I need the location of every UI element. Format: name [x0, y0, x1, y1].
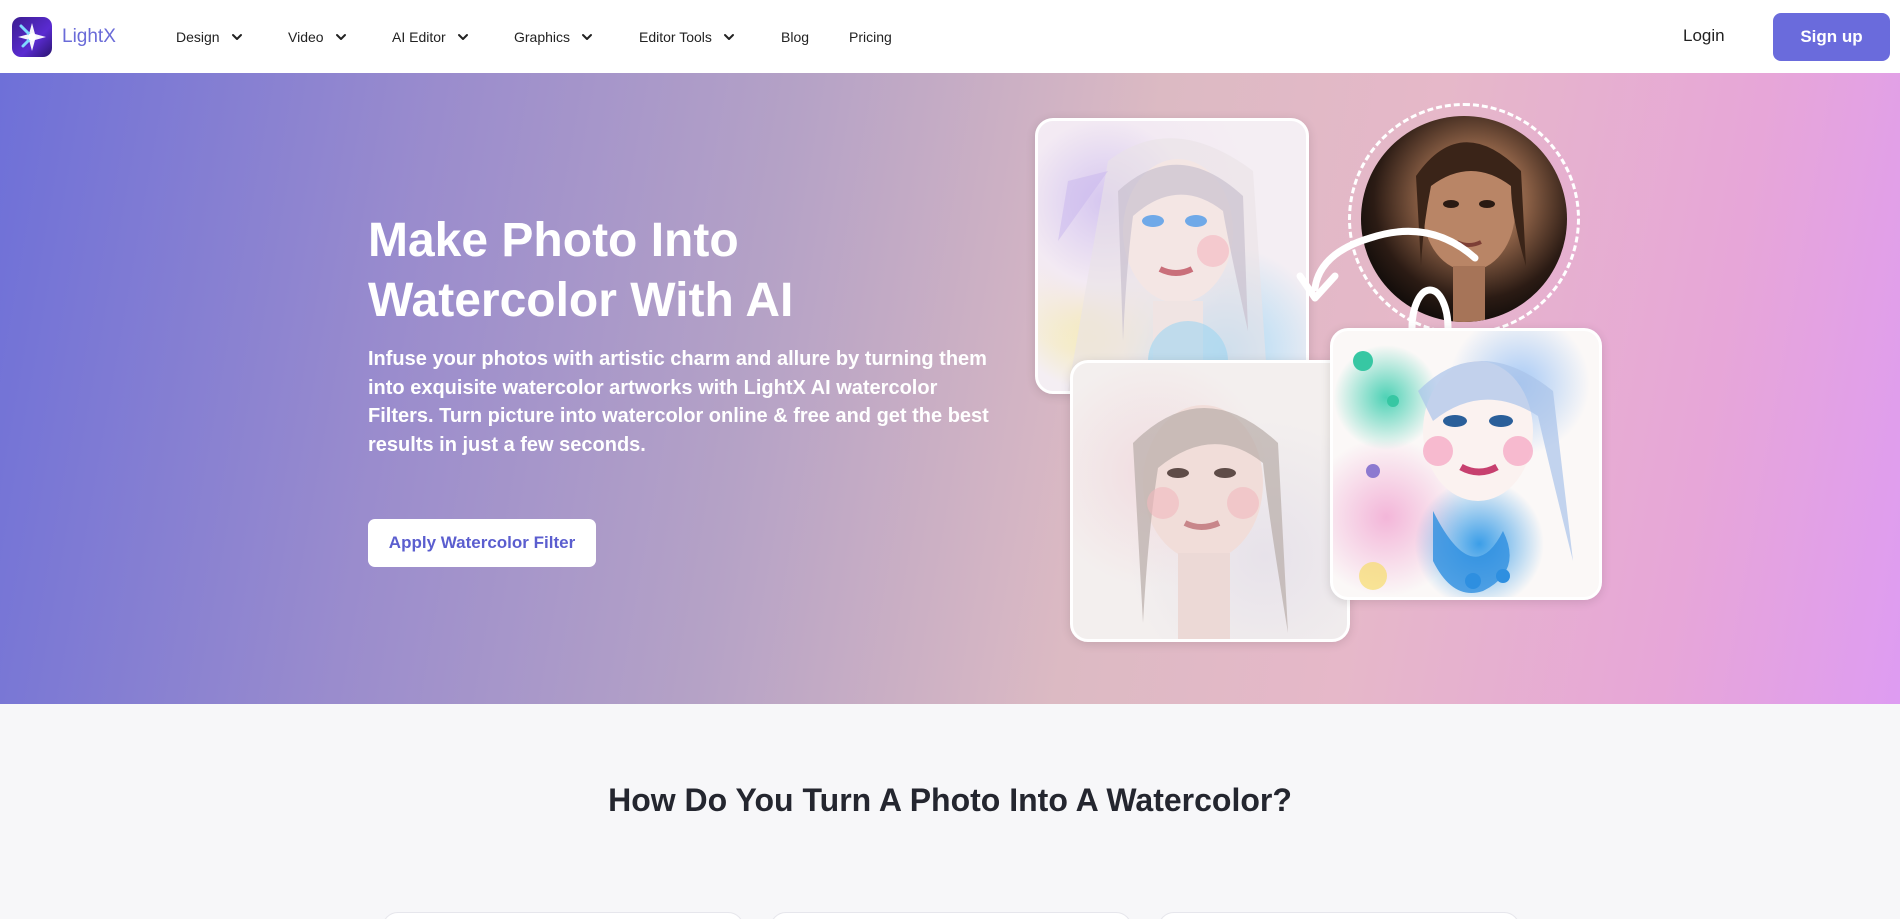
watercolor-sample-2	[1070, 360, 1350, 642]
watercolor-sample-3	[1330, 328, 1602, 600]
nav-item-graphics[interactable]: Graphics	[514, 0, 639, 73]
step-card	[382, 912, 744, 919]
nav-item-video[interactable]: Video	[288, 0, 392, 73]
nav-item-label: Blog	[781, 28, 810, 45]
nav-item-editor-tools[interactable]: Editor Tools	[639, 0, 781, 73]
nav-item-label: Design	[176, 28, 220, 45]
apply-watercolor-filter-button[interactable]: Apply Watercolor Filter	[368, 519, 596, 567]
nav-item-label: Video	[288, 28, 324, 45]
step-card	[1158, 912, 1520, 919]
nav-item-label: Graphics	[514, 28, 571, 45]
main-nav: Design Video AI Editor Graphics Editor T…	[176, 0, 919, 73]
chevron-down-icon	[457, 33, 468, 40]
how-to-section: How Do You Turn A Photo Into A Watercolo…	[0, 704, 1900, 919]
brand-name: LightX	[62, 26, 116, 47]
nav-item-ai-editor[interactable]: AI Editor	[392, 0, 514, 73]
lightx-logo-icon	[12, 17, 52, 57]
chevron-down-icon	[231, 33, 242, 40]
nav-item-blog[interactable]: Blog	[781, 0, 849, 73]
nav-item-design[interactable]: Design	[176, 0, 288, 73]
curved-arrow-icon	[1296, 227, 1479, 348]
top-navbar: LightX Design Video AI Editor Graphics E…	[0, 0, 1900, 73]
hero-section: Make Photo Into Watercolor With AI Infus…	[0, 73, 1900, 704]
chevron-down-icon	[723, 33, 734, 40]
how-to-title: How Do You Turn A Photo Into A Watercolo…	[608, 782, 1292, 818]
nav-item-label: Pricing	[849, 28, 892, 45]
chevron-down-icon	[582, 33, 593, 40]
nav-item-label: Editor Tools	[639, 28, 712, 45]
hero-title: Make Photo Into Watercolor With AI	[368, 214, 794, 327]
signup-button[interactable]: Sign up	[1773, 13, 1890, 61]
step-card	[770, 912, 1132, 919]
hero-description: Infuse your photos with artistic charm a…	[368, 348, 989, 456]
brand-home-link[interactable]: LightX	[12, 17, 116, 57]
nav-item-label: AI Editor	[392, 28, 446, 45]
login-link[interactable]: Login	[1683, 26, 1725, 46]
chevron-down-icon	[335, 33, 346, 40]
watercolor-sample-1	[1035, 118, 1309, 394]
nav-item-pricing[interactable]: Pricing	[849, 0, 919, 73]
hero-illustration	[1030, 103, 1630, 683]
